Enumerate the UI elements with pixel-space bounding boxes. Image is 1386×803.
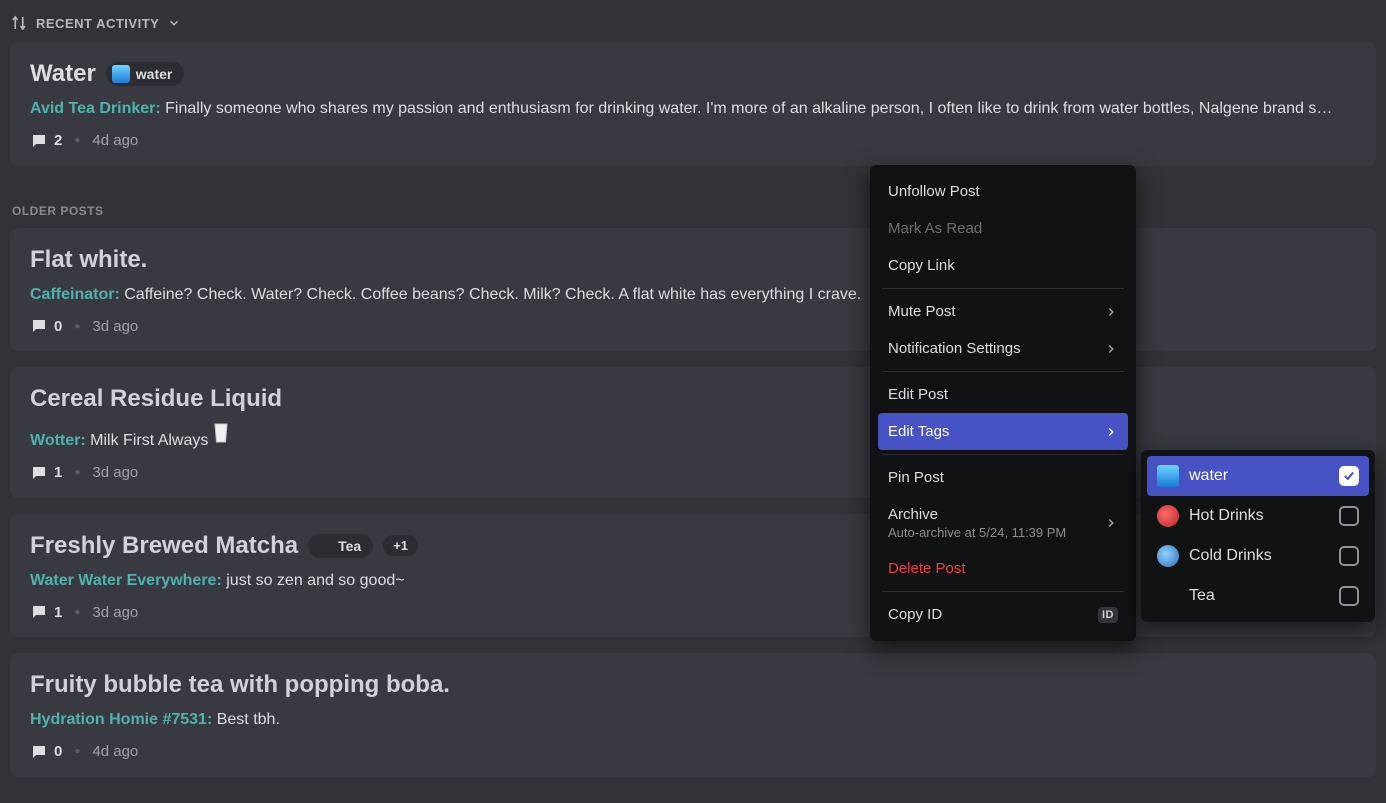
checkbox-unchecked[interactable] (1339, 546, 1359, 566)
post-preview: Finally someone who shares my passion an… (165, 100, 1332, 117)
glass-of-milk-icon (213, 423, 231, 445)
checkbox-unchecked[interactable] (1339, 586, 1359, 606)
post-card[interactable]: Flat white. Caffeinator: Caffeine? Check… (10, 228, 1376, 352)
post-title: Freshly Brewed Matcha (30, 532, 298, 560)
comment-count[interactable]: 1 (30, 603, 62, 621)
comment-icon (30, 603, 48, 621)
feed: Water water Avid Tea Drinker: Finally so… (0, 32, 1386, 803)
tag-option-hot-drinks[interactable]: Hot Drinks (1147, 496, 1369, 536)
tea-icon (314, 537, 332, 555)
comment-count[interactable]: 0 (30, 317, 62, 335)
post-context-menu: Unfollow Post Mark As Read Copy Link Mut… (870, 165, 1136, 641)
comment-count[interactable]: 0 (30, 743, 62, 761)
comment-icon (30, 132, 48, 150)
comment-icon (30, 743, 48, 761)
menu-separator (882, 454, 1124, 455)
id-badge: ID (1098, 607, 1118, 623)
menu-edit-post[interactable]: Edit Post (878, 376, 1128, 413)
menu-pin-post[interactable]: Pin Post (878, 459, 1128, 496)
post-author[interactable]: Wotter (30, 432, 80, 449)
post-tag-tea[interactable]: Tea (308, 534, 373, 558)
wave-icon (1157, 465, 1179, 487)
tea-icon (1157, 585, 1179, 607)
post-tag-water[interactable]: water (106, 62, 185, 86)
menu-copy-link[interactable]: Copy Link (878, 247, 1128, 284)
post-preview: Milk First Always (90, 432, 208, 449)
edit-tags-popover: water Hot Drinks Cold Drinks Tea (1141, 450, 1375, 622)
menu-notification-settings[interactable]: Notification Settings (878, 330, 1128, 367)
post-time: 4d ago (92, 132, 138, 149)
menu-unfollow-post[interactable]: Unfollow Post (878, 173, 1128, 210)
post-time: 3d ago (92, 604, 138, 621)
menu-mute-post[interactable]: Mute Post (878, 293, 1128, 330)
menu-separator (882, 591, 1124, 592)
post-card[interactable]: Fruity bubble tea with popping boba. Hyd… (10, 653, 1376, 777)
chevron-right-icon (1104, 516, 1118, 530)
comment-icon (30, 464, 48, 482)
sort-label: RECENT ACTIVITY (36, 16, 159, 31)
menu-separator (882, 288, 1124, 289)
cold-face-icon (1157, 545, 1179, 567)
checkbox-unchecked[interactable] (1339, 506, 1359, 526)
checkbox-checked[interactable] (1339, 466, 1359, 486)
tag-option-cold-drinks[interactable]: Cold Drinks (1147, 536, 1369, 576)
menu-edit-tags[interactable]: Edit Tags (878, 413, 1128, 450)
post-author[interactable]: Caffeinator (30, 286, 114, 303)
menu-archive[interactable]: Archive Auto-archive at 5/24, 11:39 PM (878, 496, 1128, 550)
comment-count[interactable]: 2 (30, 132, 62, 150)
sort-icon (10, 14, 28, 32)
post-time: 4d ago (92, 743, 138, 760)
post-title: Fruity bubble tea with popping boba. (30, 671, 450, 699)
wave-icon (112, 65, 130, 83)
post-time: 3d ago (92, 318, 138, 335)
comment-count[interactable]: 1 (30, 464, 62, 482)
chevron-right-icon (1104, 305, 1118, 319)
post-preview: Best tbh. (217, 711, 280, 728)
tag-option-tea[interactable]: Tea (1147, 576, 1369, 616)
comment-icon (30, 317, 48, 335)
post-preview: Caffeine? Check. Water? Check. Coffee be… (124, 286, 861, 303)
menu-separator (882, 371, 1124, 372)
archive-subtext: Auto-archive at 5/24, 11:39 PM (888, 525, 1066, 540)
chevron-right-icon (1104, 425, 1118, 439)
menu-delete-post[interactable]: Delete Post (878, 550, 1128, 587)
separator-dot: ● (74, 135, 80, 146)
tag-label: Tea (338, 538, 361, 554)
post-title: Cereal Residue Liquid (30, 385, 282, 413)
post-title: Water (30, 60, 96, 88)
hot-face-icon (1157, 505, 1179, 527)
tag-option-water[interactable]: water (1147, 456, 1369, 496)
menu-mark-as-read: Mark As Read (878, 210, 1128, 247)
chevron-down-icon (167, 16, 181, 30)
post-title: Flat white. (30, 246, 147, 274)
post-time: 3d ago (92, 464, 138, 481)
post-preview: just so zen and so good~ (226, 572, 404, 589)
post-card[interactable]: Water water Avid Tea Drinker: Finally so… (10, 42, 1376, 166)
post-author[interactable]: Hydration Homie #7531 (30, 711, 207, 728)
sort-dropdown[interactable]: RECENT ACTIVITY (0, 0, 1386, 32)
more-tags-pill[interactable]: +1 (383, 535, 418, 556)
post-author[interactable]: Avid Tea Drinker (30, 100, 155, 117)
chevron-right-icon (1104, 342, 1118, 356)
tag-label: water (136, 66, 173, 82)
section-older-header: OLDER POSTS (10, 182, 1376, 228)
menu-copy-id[interactable]: Copy ID ID (878, 596, 1128, 633)
post-author[interactable]: Water Water Everywhere (30, 572, 216, 589)
